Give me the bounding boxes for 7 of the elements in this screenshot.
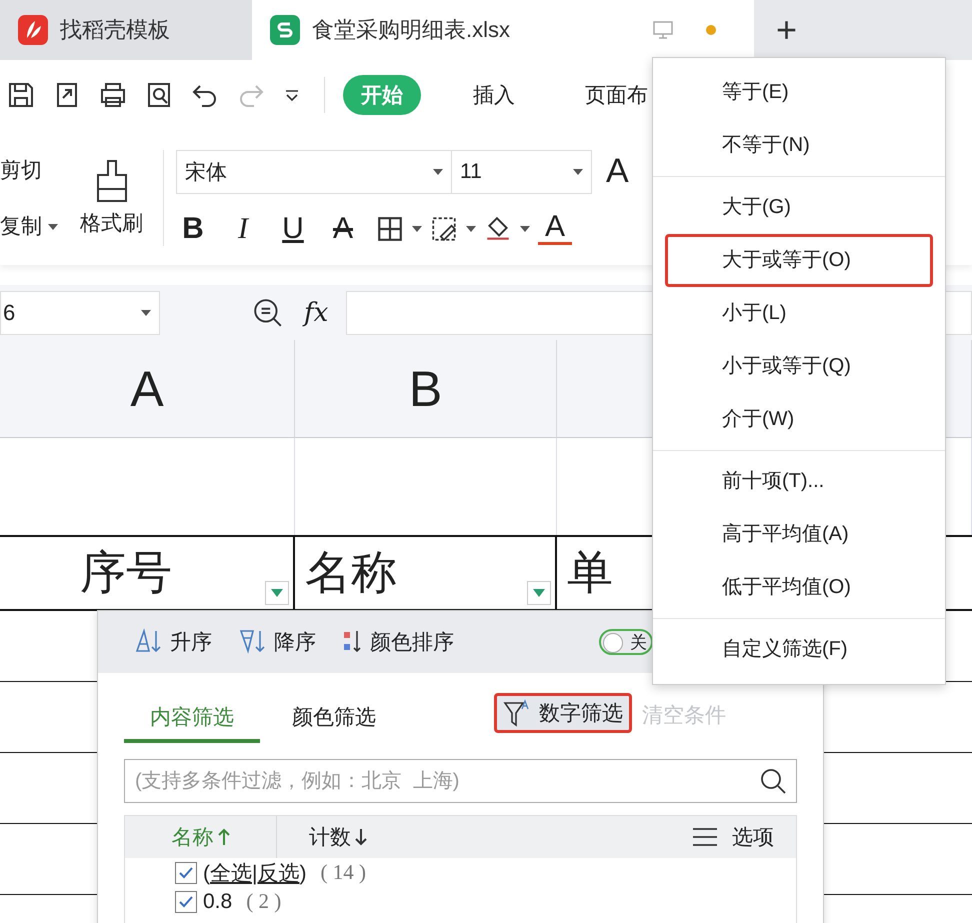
item-count: ( 14 ) <box>320 860 366 885</box>
header-text: 名称 <box>305 546 397 600</box>
value-label: 0.8 <box>203 890 232 914</box>
item-count: ( 2 ) <box>246 889 282 914</box>
header-text: 序号 <box>80 546 172 600</box>
header-text: 单 <box>567 546 613 600</box>
select-all-invert-text: (全选|反选) <box>203 860 306 886</box>
